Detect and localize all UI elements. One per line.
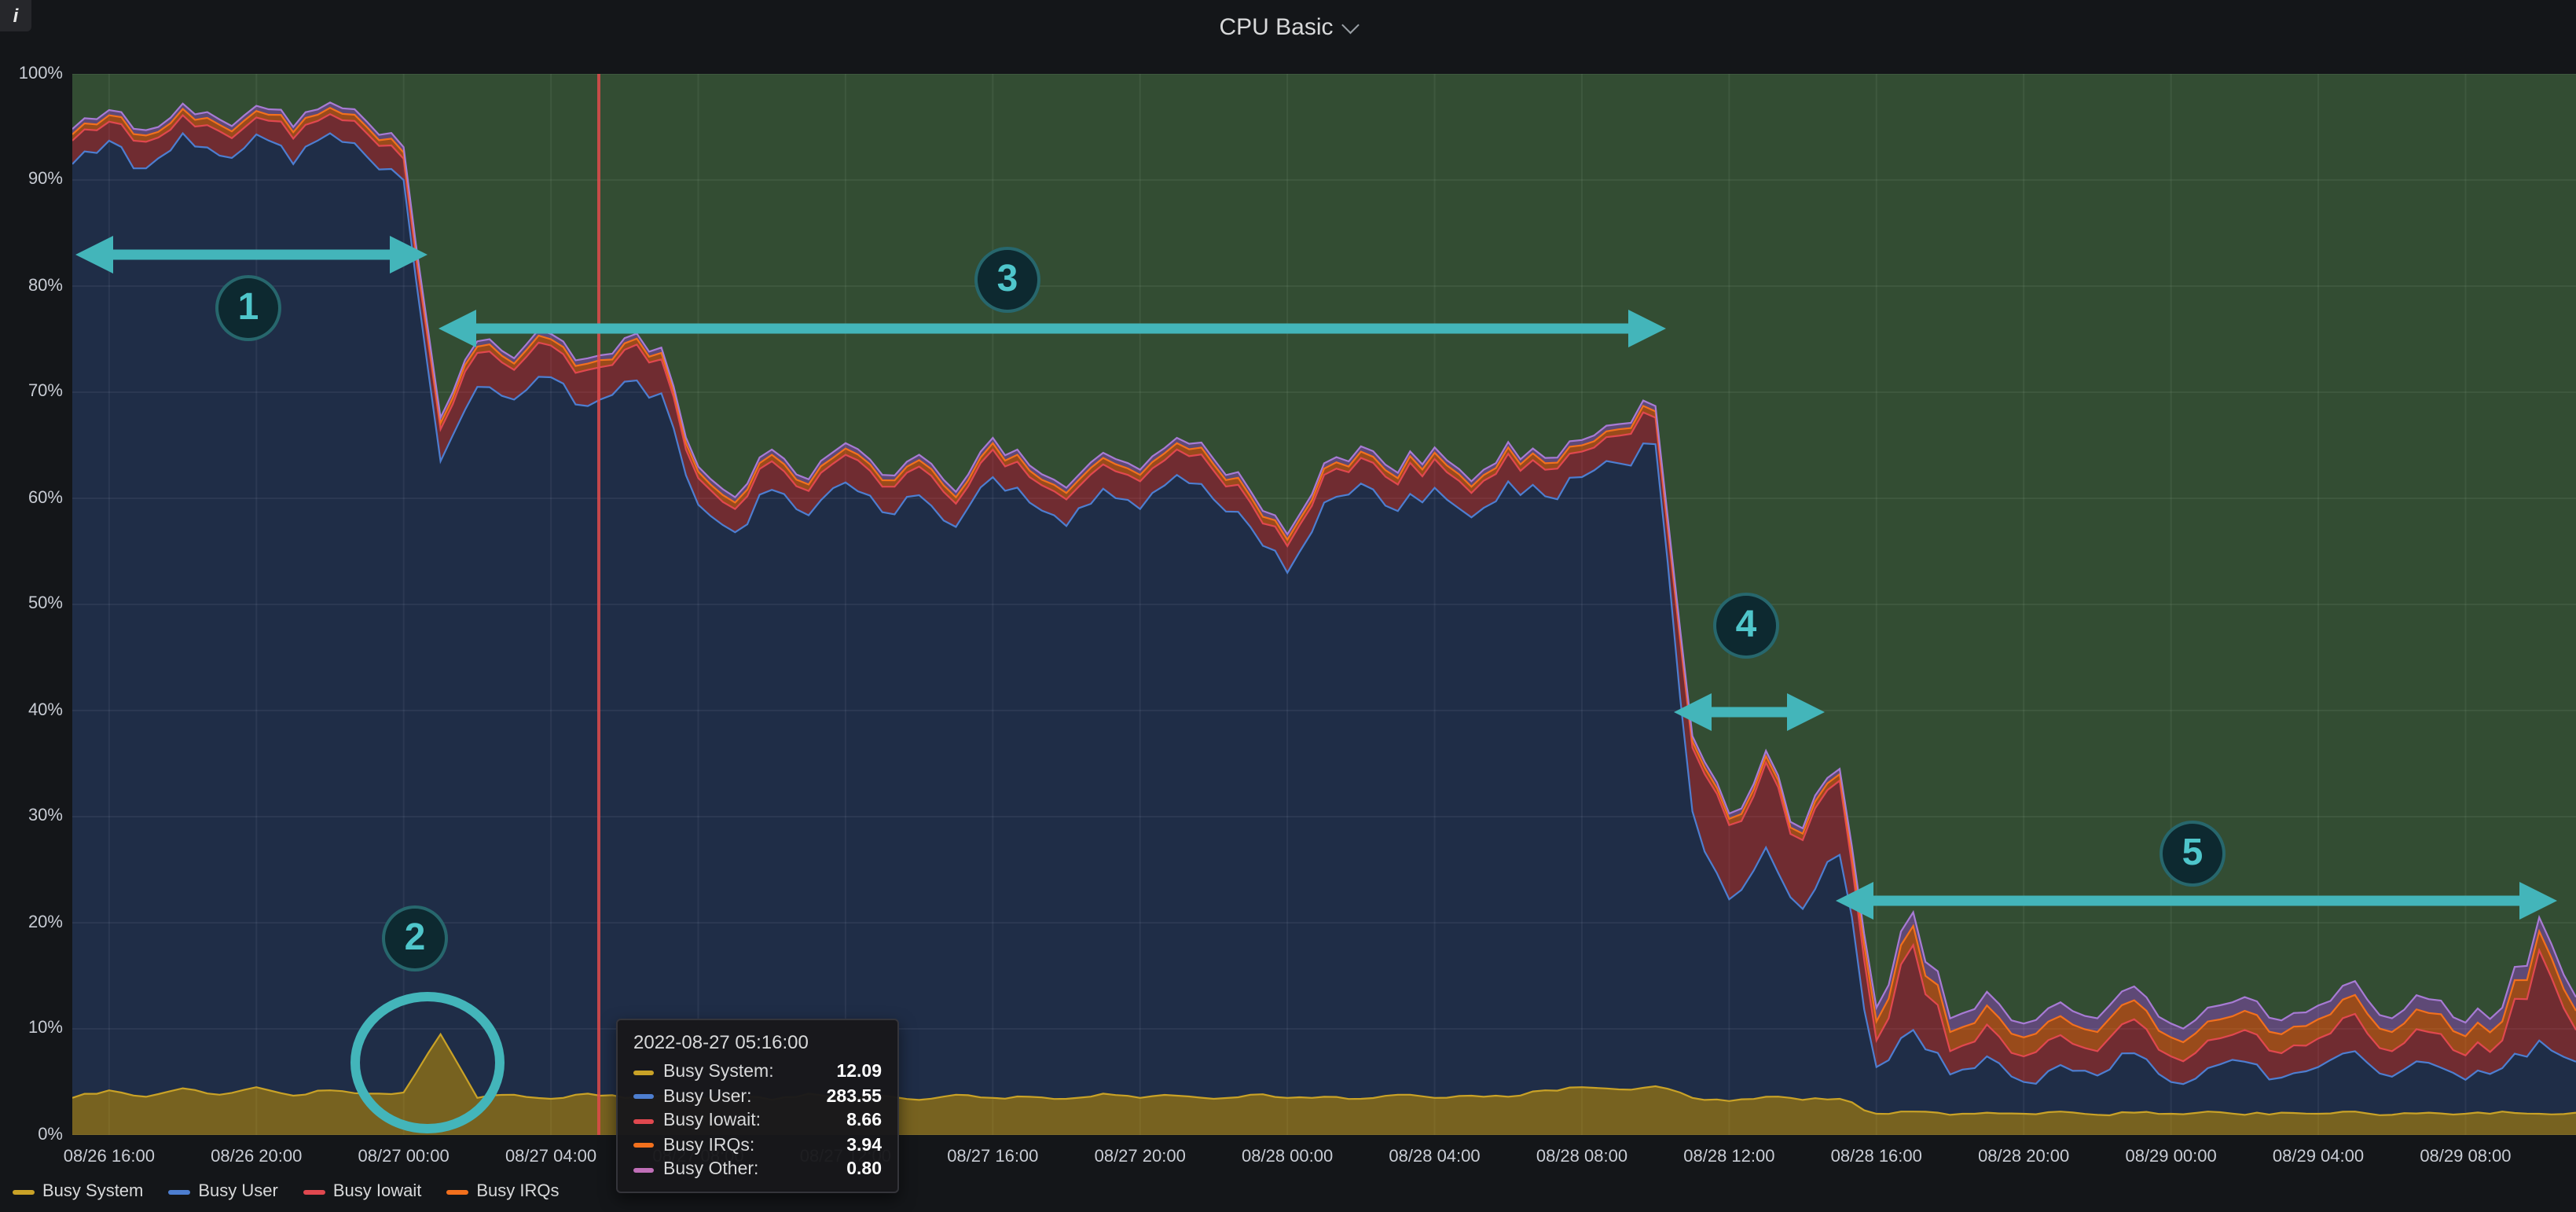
tooltip-series-label: Busy System:	[663, 1063, 811, 1082]
tooltip-series-label: Busy IRQs:	[663, 1136, 821, 1155]
tooltip-series-value: 3.94	[846, 1136, 882, 1155]
annotation-line	[598, 74, 600, 1135]
legend-item-busy-iowait[interactable]: Busy Iowait	[303, 1182, 422, 1201]
x-tick-label: 08/27 16:00	[922, 1148, 1063, 1166]
x-tick-label: 08/29 00:00	[2101, 1148, 2242, 1166]
series-swatch-icon	[633, 1167, 654, 1172]
tooltip-series-value: 0.80	[846, 1160, 882, 1179]
legend-item-busy-irqs[interactable]: Busy IRQs	[446, 1182, 559, 1201]
tooltip-series-label: Busy Iowait:	[663, 1111, 821, 1130]
panel-info-icon[interactable]: i	[0, 0, 31, 31]
tooltip-row: Busy Iowait: 8.66	[633, 1111, 882, 1130]
legend-label: Busy User	[198, 1182, 278, 1201]
x-tick-label: 08/28 08:00	[1511, 1148, 1653, 1166]
panel-title-text: CPU Basic	[1219, 14, 1333, 41]
panel-title[interactable]: CPU Basic	[1219, 14, 1356, 41]
tooltip-row: Busy User: 283.55	[633, 1087, 882, 1106]
y-tick-label: 50%	[0, 594, 63, 613]
x-tick-label: 08/27 04:00	[480, 1148, 622, 1166]
x-tick-label: 08/29 04:00	[2248, 1148, 2389, 1166]
legend-label: Busy IRQs	[476, 1182, 559, 1201]
x-tick-label: 08/28 04:00	[1364, 1148, 1506, 1166]
x-tick-label: 08/27 20:00	[1070, 1148, 1211, 1166]
legend-label: Busy Iowait	[333, 1182, 422, 1201]
x-tick-label: 08/28 16:00	[1806, 1148, 1947, 1166]
tooltip-row: Busy Other: 0.80	[633, 1160, 882, 1179]
annotation-badge-1: 1	[215, 275, 281, 341]
chevron-down-icon	[1341, 16, 1360, 34]
y-tick-label: 0%	[0, 1125, 63, 1144]
y-tick-label: 100%	[0, 64, 63, 83]
legend: Busy System Busy User Busy Iowait Busy IRQs	[13, 1182, 560, 1201]
legend-swatch-icon	[13, 1189, 35, 1194]
tooltip-timestamp: 2022-08-27 05:16:00	[633, 1031, 882, 1053]
x-tick-label: 08/26 16:00	[39, 1148, 180, 1166]
x-tick-label: 08/26 20:00	[185, 1148, 327, 1166]
series-swatch-icon	[633, 1070, 654, 1074]
tooltip-series-label: Busy User:	[663, 1087, 802, 1106]
grafana-cpu-panel: i CPU Basic 100%90%80%70%60%50%40%30%20%…	[0, 0, 2576, 1212]
x-tick-label: 08/28 20:00	[1953, 1148, 2094, 1166]
y-tick-label: 20%	[0, 913, 63, 931]
tooltip-row: Busy System: 12.09	[633, 1063, 882, 1082]
tooltip-series-label: Busy Other:	[663, 1160, 821, 1179]
series-swatch-icon	[633, 1143, 654, 1148]
x-tick-label: 08/27 00:00	[333, 1148, 475, 1166]
chart-tooltip: 2022-08-27 05:16:00Busy System:12.09Busy…	[616, 1019, 899, 1193]
y-tick-label: 60%	[0, 488, 63, 507]
legend-item-busy-system[interactable]: Busy System	[13, 1182, 143, 1201]
x-tick-label: 08/29 08:00	[2394, 1148, 2536, 1166]
y-tick-label: 40%	[0, 700, 63, 719]
y-tick-label: 10%	[0, 1019, 63, 1038]
legend-swatch-icon	[303, 1189, 325, 1194]
series-swatch-icon	[633, 1118, 654, 1123]
cpu-stacked-area-chart[interactable]	[72, 74, 2576, 1135]
legend-item-busy-user[interactable]: Busy User	[168, 1182, 278, 1201]
series-swatch-icon	[633, 1094, 654, 1099]
y-tick-label: 30%	[0, 806, 63, 825]
annotation-badge-2: 2	[382, 905, 448, 971]
tooltip-row: Busy IRQs: 3.94	[633, 1136, 882, 1155]
tooltip-series-value: 12.09	[836, 1063, 882, 1082]
annotation-badge-4: 4	[1713, 593, 1779, 659]
y-tick-label: 80%	[0, 276, 63, 295]
annotation-badge-5: 5	[2160, 821, 2226, 887]
x-tick-label: 08/28 12:00	[1658, 1148, 1800, 1166]
x-tick-label: 08/28 00:00	[1216, 1148, 1358, 1166]
y-tick-label: 70%	[0, 382, 63, 401]
y-tick-label: 90%	[0, 170, 63, 189]
tooltip-series-value: 8.66	[846, 1111, 882, 1130]
tooltip-series-value: 283.55	[827, 1087, 882, 1106]
legend-label: Busy System	[42, 1182, 143, 1201]
legend-swatch-icon	[168, 1189, 190, 1194]
legend-swatch-icon	[446, 1189, 468, 1194]
annotation-badge-3: 3	[974, 247, 1040, 313]
